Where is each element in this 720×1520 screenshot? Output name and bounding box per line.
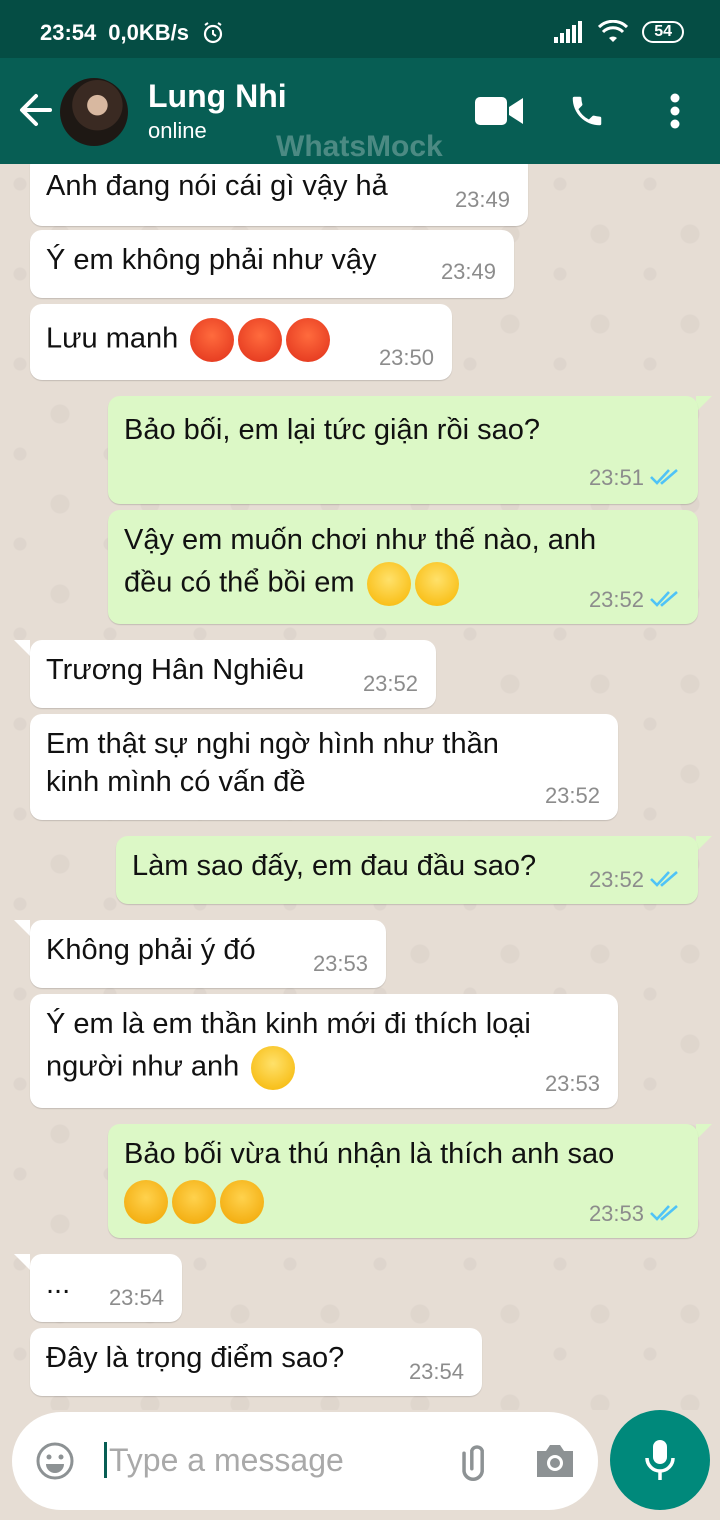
message-time: 23:50	[378, 345, 434, 370]
message-time: 23:52	[544, 783, 600, 808]
message-time: 23:52	[362, 671, 418, 696]
incoming-message[interactable]: Anh đang nói cái gì vậy hả 23:49	[30, 164, 528, 226]
video-call-button[interactable]	[474, 86, 524, 136]
battery-indicator: 54	[642, 21, 684, 43]
read-ticks-icon	[650, 1205, 678, 1221]
avatar[interactable]	[60, 78, 128, 146]
message-time: 23:54	[108, 1285, 164, 1310]
message-text: Bảo bối vừa thú nhận là thích anh sao	[124, 1138, 615, 1170]
status-bar: 23:54 0,0KB/s 54	[0, 0, 720, 58]
alarm-icon	[203, 22, 223, 44]
camera-button[interactable]	[532, 1438, 578, 1484]
incoming-message[interactable]: Đây là trọng điểm sao? 23:54	[30, 1328, 482, 1396]
chat-header: Lung Nhi online WhatsMock	[0, 58, 720, 164]
clock: 23:54	[40, 20, 97, 45]
message-time: 23:54	[408, 1359, 464, 1384]
message-text-line: đều có thể bồi em	[124, 562, 459, 606]
message-text: Anh đang nói cái gì vậy hả	[46, 170, 388, 202]
message-time: 23:53	[544, 1071, 600, 1096]
message-text: Trương Hân Nghiêu	[46, 654, 305, 686]
slightly-smiling-face-emoji	[251, 1046, 296, 1090]
angry-face-emoji	[286, 318, 331, 362]
outgoing-message[interactable]: Bảo bối, em lại tức giận rồi sao? 23:51	[108, 396, 698, 504]
incoming-message[interactable]: Lưu manh 23:50	[30, 304, 452, 380]
flushed-face-emoji	[220, 1180, 264, 1224]
bubble-tail	[14, 1254, 30, 1270]
back-button[interactable]	[16, 88, 56, 132]
relieved-face-emoji	[366, 562, 411, 606]
flushed-face-emoji	[172, 1180, 216, 1224]
message-emoji-line	[124, 1180, 264, 1224]
message-text-line: Vậy em muốn chơi như thế nào, anh	[124, 524, 597, 556]
read-ticks-icon	[650, 871, 678, 887]
bubble-tail	[14, 640, 30, 656]
read-ticks-icon	[650, 591, 678, 607]
chat-area[interactable]: Anh đang nói cái gì vậy hả 23:49 Ý em kh…	[0, 164, 720, 1410]
message-text-line: kinh mình có vấn đề	[46, 766, 306, 798]
bubble-tail	[696, 1124, 712, 1140]
relieved-face-emoji	[414, 562, 459, 606]
incoming-message[interactable]: Em thật sự nghi ngờ hình như thần kinh m…	[30, 714, 618, 820]
message-text: Ý em không phải như vậy	[46, 244, 377, 276]
read-ticks-icon	[650, 469, 678, 485]
message-time: 23:53	[312, 951, 368, 976]
message-time: 23:49	[440, 259, 496, 284]
contact-status: online	[148, 118, 207, 143]
message-text: Không phải ý đó	[46, 934, 256, 966]
message-composer[interactable]: Type a message	[12, 1412, 598, 1510]
message-time: 23:49	[454, 187, 510, 212]
message-text-line: người như anh	[46, 1046, 296, 1090]
contact-name[interactable]: Lung Nhi	[148, 78, 287, 115]
outgoing-message[interactable]: Vậy em muốn chơi như thế nào, anh đều có…	[108, 510, 698, 624]
message-text: Đây là trọng điểm sao?	[46, 1342, 345, 1374]
message-time: 23:51	[588, 465, 644, 490]
angry-face-emoji	[190, 318, 235, 362]
message-text-line: Ý em là em thần kinh mới đi thích loại	[46, 1008, 531, 1040]
more-options-button[interactable]	[652, 86, 698, 136]
message-text: Làm sao đấy, em đau đầu sao?	[132, 850, 537, 882]
arrow-left-icon	[20, 94, 52, 126]
incoming-message[interactable]: Ý em là em thần kinh mới đi thích loại n…	[30, 994, 618, 1108]
outgoing-message[interactable]: Bảo bối vừa thú nhận là thích anh sao 23…	[108, 1124, 698, 1238]
incoming-message[interactable]: Trương Hân Nghiêu 23:52	[30, 640, 436, 708]
attach-button[interactable]	[454, 1438, 500, 1484]
message-text-line: Em thật sự nghi ngờ hình như thần	[46, 728, 499, 760]
paperclip-icon	[462, 1445, 484, 1481]
watermark: WhatsMock	[276, 130, 443, 163]
message-time: 23:53	[588, 1201, 644, 1226]
network-speed: 0,0KB/s	[108, 20, 189, 45]
emoji-icon	[36, 1442, 74, 1480]
microphone-icon	[645, 1440, 675, 1480]
message-input[interactable]: Type a message	[104, 1442, 344, 1478]
angry-face-emoji	[238, 318, 283, 362]
more-vertical-icon	[670, 93, 680, 129]
bubble-tail	[696, 396, 712, 412]
message-text: Bảo bối, em lại tức giận rồi sao?	[124, 414, 540, 446]
voice-call-button[interactable]	[562, 86, 612, 136]
bubble-tail	[14, 920, 30, 936]
incoming-message[interactable]: Không phải ý đó 23:53	[30, 920, 386, 988]
bubble-tail	[696, 836, 712, 852]
message-text: Lưu manh	[46, 318, 331, 362]
signal-icon	[554, 21, 583, 43]
incoming-message[interactable]: Ý em không phải như vậy 23:49	[30, 230, 514, 298]
voice-message-button[interactable]	[610, 1410, 710, 1510]
emoji-button[interactable]	[32, 1438, 78, 1484]
camera-icon	[537, 1445, 573, 1477]
flushed-face-emoji	[124, 1180, 168, 1224]
message-time: 23:52	[588, 867, 644, 892]
video-camera-icon	[475, 97, 523, 125]
wifi-icon	[598, 20, 629, 42]
message-time: 23:52	[588, 587, 644, 612]
outgoing-message[interactable]: Làm sao đấy, em đau đầu sao? 23:52	[116, 836, 698, 904]
incoming-message[interactable]: ... 23:54	[30, 1254, 182, 1322]
phone-icon	[572, 96, 602, 126]
message-text: ...	[46, 1268, 71, 1300]
